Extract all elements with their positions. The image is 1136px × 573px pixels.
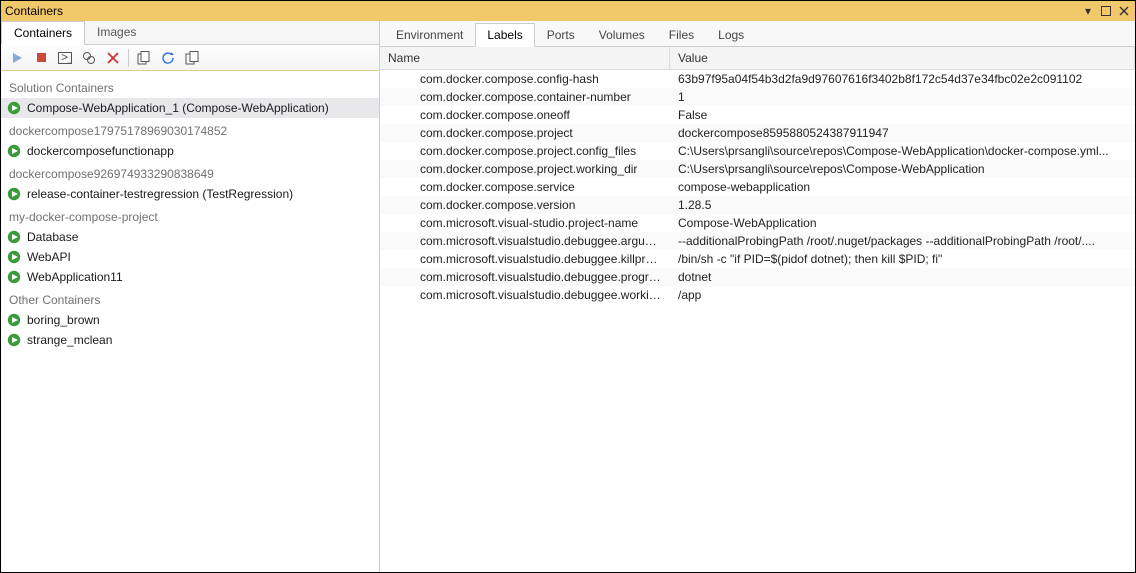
tab-files[interactable]: Files bbox=[657, 23, 706, 46]
container-label: Compose-WebApplication_1 (Compose-WebApp… bbox=[27, 101, 329, 115]
start-button[interactable] bbox=[5, 47, 29, 69]
container-tree-item[interactable]: Database bbox=[1, 227, 379, 247]
label-name-cell: com.microsoft.visualstudio.debuggee.prog… bbox=[380, 268, 670, 286]
tab-containers[interactable]: Containers bbox=[1, 21, 85, 45]
refresh-button[interactable] bbox=[156, 47, 180, 69]
window-title: Containers bbox=[5, 4, 63, 18]
label-row[interactable]: com.docker.compose.config-hash63b97f95a0… bbox=[380, 70, 1135, 88]
label-name-cell: com.microsoft.visualstudio.debuggee.kill… bbox=[380, 250, 670, 268]
tree-group-header: dockercompose926974933290838649 bbox=[1, 161, 379, 184]
tab-labels[interactable]: Labels bbox=[475, 23, 534, 47]
column-header-name[interactable]: Name bbox=[380, 47, 670, 69]
label-row[interactable]: com.microsoft.visual-studio.project-name… bbox=[380, 214, 1135, 232]
label-name-cell: com.docker.compose.service bbox=[380, 178, 670, 196]
container-tree-item[interactable]: release-container-testregression (TestRe… bbox=[1, 184, 379, 204]
label-name-cell: com.docker.compose.version bbox=[380, 196, 670, 214]
container-tree-item[interactable]: boring_brown bbox=[1, 310, 379, 330]
label-name-cell: com.docker.compose.project.config_files bbox=[380, 142, 670, 160]
grid-body: com.docker.compose.config-hash63b97f95a0… bbox=[380, 70, 1135, 304]
label-row[interactable]: com.docker.compose.container-number1 bbox=[380, 88, 1135, 106]
container-label: strange_mclean bbox=[27, 333, 112, 347]
titlebar: Containers ▾ bbox=[1, 1, 1135, 21]
container-label: dockercomposefunctionapp bbox=[27, 144, 174, 158]
label-row[interactable]: com.docker.compose.project.config_filesC… bbox=[380, 142, 1135, 160]
copy-button[interactable] bbox=[132, 47, 156, 69]
tree-group-header: Solution Containers bbox=[1, 75, 379, 98]
container-label: release-container-testregression (TestRe… bbox=[27, 187, 293, 201]
tree-group-header: dockercompose17975178969030174852 bbox=[1, 118, 379, 141]
tree-group-header: my-docker-compose-project bbox=[1, 204, 379, 227]
attach-debugger-button[interactable] bbox=[77, 47, 101, 69]
label-row[interactable]: com.docker.compose.projectdockercompose8… bbox=[380, 124, 1135, 142]
containers-window: Containers ▾ Containers Images bbox=[0, 0, 1136, 573]
label-name-cell: com.microsoft.visualstudio.debuggee.work… bbox=[380, 286, 670, 304]
container-tree-item[interactable]: WebAPI bbox=[1, 247, 379, 267]
tree-group-header: Other Containers bbox=[1, 287, 379, 310]
tab-volumes[interactable]: Volumes bbox=[587, 23, 657, 46]
window-body: Containers Images >_ bbox=[1, 21, 1135, 572]
label-name-cell: com.microsoft.visual-studio.project-name bbox=[380, 214, 670, 232]
label-value-cell: /app bbox=[670, 286, 1135, 304]
label-value-cell: compose-webapplication bbox=[670, 178, 1135, 196]
column-header-value[interactable]: Value bbox=[670, 47, 1135, 69]
label-value-cell: /bin/sh -c "if PID=$(pidof dotnet); then… bbox=[670, 250, 1135, 268]
container-tree-item[interactable]: WebApplication11 bbox=[1, 267, 379, 287]
label-row[interactable]: com.microsoft.visualstudio.debuggee.kill… bbox=[380, 250, 1135, 268]
close-icon[interactable] bbox=[1117, 4, 1131, 18]
right-pane: Environment Labels Ports Volumes Files L… bbox=[380, 21, 1135, 572]
label-value-cell: C:\Users\prsangli\source\repos\Compose-W… bbox=[670, 160, 1135, 178]
label-name-cell: com.microsoft.visualstudio.debuggee.argu… bbox=[380, 232, 670, 250]
label-name-cell: com.docker.compose.container-number bbox=[380, 88, 670, 106]
prune-button[interactable] bbox=[180, 47, 204, 69]
container-label: boring_brown bbox=[27, 313, 100, 327]
left-pane: Containers Images >_ bbox=[1, 21, 380, 572]
left-tabs: Containers Images bbox=[1, 21, 379, 45]
label-row[interactable]: com.microsoft.visualstudio.debuggee.work… bbox=[380, 286, 1135, 304]
container-tree-item[interactable]: Compose-WebApplication_1 (Compose-WebApp… bbox=[1, 98, 379, 118]
container-tree-item[interactable]: strange_mclean bbox=[1, 330, 379, 350]
container-label: WebAPI bbox=[27, 250, 71, 264]
tab-logs[interactable]: Logs bbox=[706, 23, 756, 46]
toolbar: >_ bbox=[1, 45, 379, 71]
terminal-button[interactable]: >_ bbox=[53, 47, 77, 69]
stop-button[interactable] bbox=[29, 47, 53, 69]
label-row[interactable]: com.docker.compose.project.working_dirC:… bbox=[380, 160, 1135, 178]
label-name-cell: com.docker.compose.project.working_dir bbox=[380, 160, 670, 178]
label-row[interactable]: com.microsoft.visualstudio.debuggee.argu… bbox=[380, 232, 1135, 250]
label-row[interactable]: com.docker.compose.servicecompose-webapp… bbox=[380, 178, 1135, 196]
detail-tabs: Environment Labels Ports Volumes Files L… bbox=[380, 21, 1135, 47]
container-label: WebApplication11 bbox=[27, 270, 123, 284]
delete-button[interactable] bbox=[101, 47, 125, 69]
labels-grid[interactable]: Name Value com.docker.compose.config-has… bbox=[380, 47, 1135, 572]
label-value-cell: Compose-WebApplication bbox=[670, 214, 1135, 232]
container-tree-item[interactable]: dockercomposefunctionapp bbox=[1, 141, 379, 161]
tab-environment[interactable]: Environment bbox=[384, 23, 475, 46]
svg-text:>_: >_ bbox=[61, 52, 72, 64]
container-label: Database bbox=[27, 230, 78, 244]
label-name-cell: com.docker.compose.oneoff bbox=[380, 106, 670, 124]
label-value-cell: C:\Users\prsangli\source\repos\Compose-W… bbox=[670, 142, 1135, 160]
label-row[interactable]: com.microsoft.visualstudio.debuggee.prog… bbox=[380, 268, 1135, 286]
label-value-cell: 63b97f95a04f54b3d2fa9d97607616f3402b8f17… bbox=[670, 70, 1135, 88]
window-menu-icon[interactable]: ▾ bbox=[1081, 4, 1095, 18]
tab-ports[interactable]: Ports bbox=[535, 23, 587, 46]
titlebar-controls: ▾ bbox=[1081, 4, 1131, 18]
label-value-cell: dotnet bbox=[670, 268, 1135, 286]
label-value-cell: 1 bbox=[670, 88, 1135, 106]
label-value-cell: --additionalProbingPath /root/.nuget/pac… bbox=[670, 232, 1135, 250]
grid-header: Name Value bbox=[380, 47, 1135, 70]
maximize-icon[interactable] bbox=[1099, 4, 1113, 18]
tab-images[interactable]: Images bbox=[85, 21, 148, 44]
label-row[interactable]: com.docker.compose.oneoffFalse bbox=[380, 106, 1135, 124]
toolbar-separator bbox=[128, 49, 129, 67]
label-value-cell: 1.28.5 bbox=[670, 196, 1135, 214]
label-value-cell: dockercompose8595880524387911947 bbox=[670, 124, 1135, 142]
label-value-cell: False bbox=[670, 106, 1135, 124]
label-name-cell: com.docker.compose.project bbox=[380, 124, 670, 142]
label-row[interactable]: com.docker.compose.version1.28.5 bbox=[380, 196, 1135, 214]
label-name-cell: com.docker.compose.config-hash bbox=[380, 70, 670, 88]
container-tree[interactable]: Solution Containers Compose-WebApplicatio… bbox=[1, 71, 379, 572]
